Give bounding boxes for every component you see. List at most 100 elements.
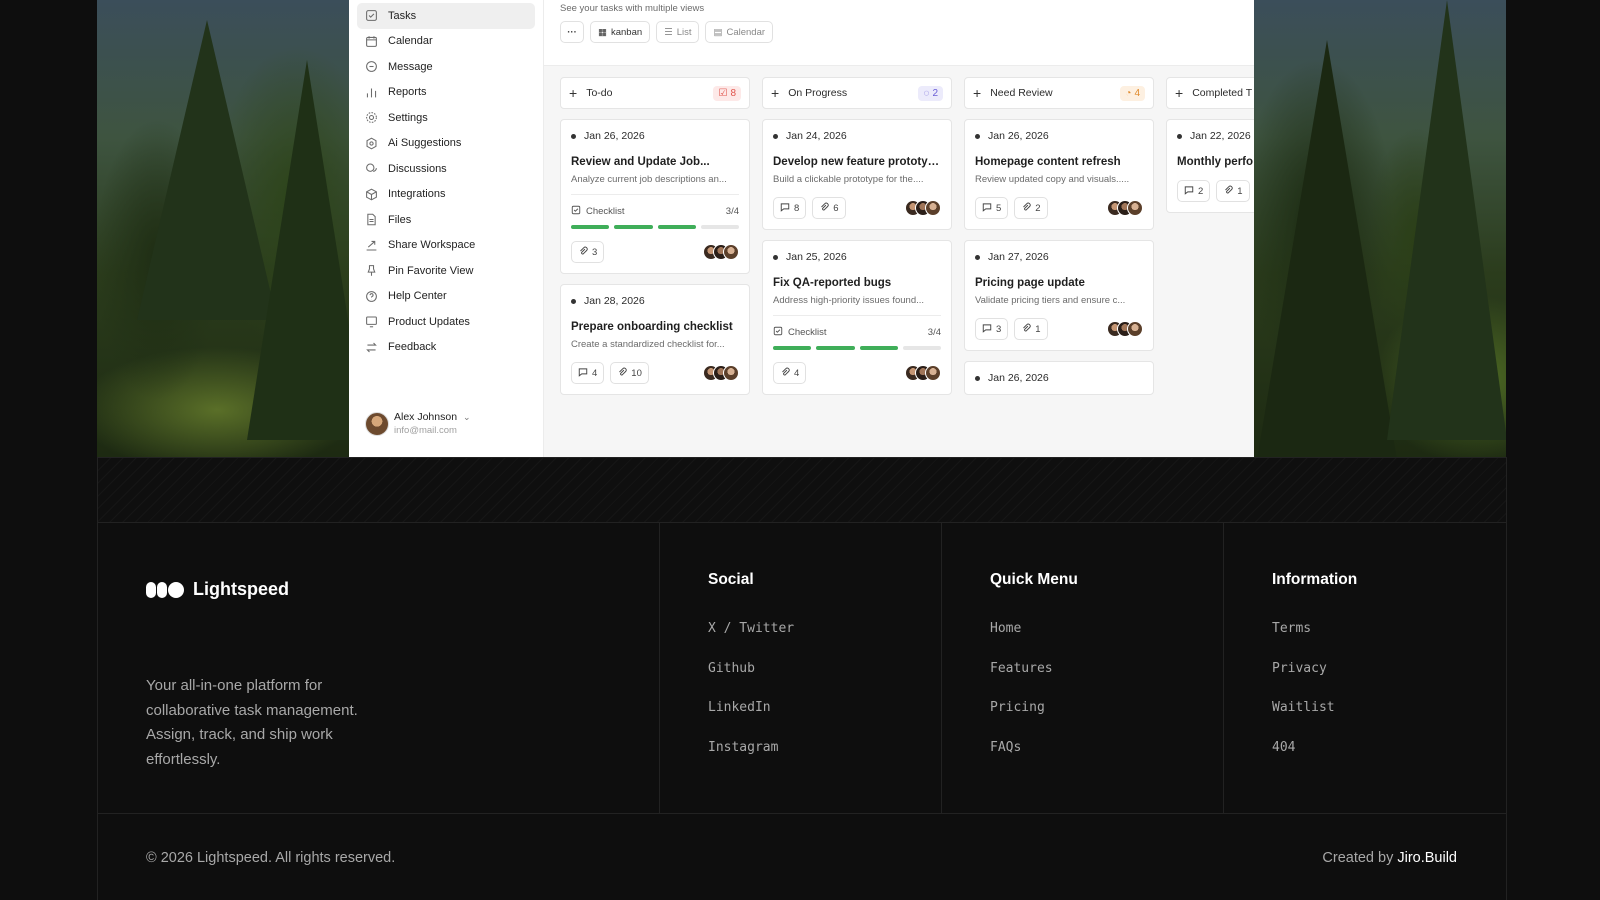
- comments-chip[interactable]: 2: [1177, 180, 1211, 202]
- add-task-icon[interactable]: +: [569, 85, 577, 101]
- view-calendar-button[interactable]: ▤ Calendar: [705, 21, 774, 43]
- attachments-chip[interactable]: 1: [1216, 180, 1250, 202]
- task-card[interactable]: Jan 26, 2026 Review and Update Job... Anal…: [560, 119, 750, 274]
- avatar: [1127, 200, 1143, 216]
- sidebar-item-feedback[interactable]: Feedback: [357, 335, 535, 361]
- more-options-button[interactable]: ···: [560, 21, 584, 43]
- task-card[interactable]: Jan 25, 2026 Fix QA-reported bugs Address …: [762, 240, 952, 395]
- progress-segment: [657, 225, 696, 229]
- task-card[interactable]: Jan 28, 2026 Prepare onboarding checklist…: [560, 284, 750, 395]
- attachments-count: 1: [1035, 323, 1041, 335]
- help-icon: [365, 290, 378, 303]
- add-task-icon[interactable]: +: [771, 85, 779, 101]
- task-title: Prepare onboarding checklist: [571, 321, 733, 333]
- column-count: 4: [1134, 87, 1140, 99]
- task-description: Review updated copy and visuals.....: [975, 174, 1130, 185]
- sidebar-item-share-workspace[interactable]: Share Workspace: [357, 233, 535, 259]
- footer-link[interactable]: Waitlist: [1272, 700, 1506, 740]
- sidebar-item-settings[interactable]: Settings: [357, 105, 535, 131]
- footer-link[interactable]: LinkedIn: [708, 700, 941, 740]
- attachments-chip[interactable]: 2: [1014, 197, 1048, 219]
- sidebar-item-label: Tasks: [388, 9, 417, 22]
- footer-link[interactable]: Terms: [1272, 621, 1506, 661]
- page-subtitle: See your tasks with multiple views: [560, 3, 705, 14]
- sidebar-item-help-center[interactable]: Help Center: [357, 284, 535, 310]
- progress-segment: [700, 225, 739, 229]
- sidebar-item-product-updates[interactable]: Product Updates: [357, 309, 535, 335]
- footer-right-border: [1506, 457, 1507, 900]
- chevron-down-icon[interactable]: ⌄: [463, 412, 471, 423]
- assignee-avatars: [1107, 200, 1143, 216]
- attachments-chip[interactable]: 6: [812, 197, 846, 219]
- sidebar-item-reports[interactable]: Reports: [357, 80, 535, 106]
- sidebar-item-calendar[interactable]: Calendar: [357, 29, 535, 55]
- progress-segment: [773, 346, 812, 350]
- user-profile[interactable]: Alex Johnson ⌄ info@mail.com: [365, 411, 471, 436]
- sidebar-item-ai-suggestions[interactable]: Ai Suggestions: [357, 131, 535, 157]
- main-header: See your tasks with multiple views ··· ▦…: [544, 0, 1254, 66]
- sidebar-item-label: Integrations: [388, 188, 446, 201]
- comments-chip[interactable]: 4: [571, 362, 605, 384]
- sidebar-item-tasks[interactable]: Tasks: [357, 3, 535, 29]
- task-title: Review and Update Job...: [571, 156, 710, 168]
- task-footer: 52: [975, 197, 1143, 219]
- checklist-text: Checklist: [788, 327, 827, 338]
- footer-link[interactable]: Instagram: [708, 740, 941, 780]
- footer-link[interactable]: Privacy: [1272, 661, 1506, 701]
- column-count-badge: ☑ 8: [713, 85, 741, 101]
- task-card[interactable]: Jan 27, 2026 Pricing page update Validate …: [964, 240, 1154, 351]
- footer-link[interactable]: FAQs: [990, 740, 1223, 780]
- footer-column-heading: Social: [708, 571, 754, 588]
- footer-column-heading: Quick Menu: [990, 571, 1078, 588]
- view-list-button[interactable]: ☰ List: [656, 21, 700, 43]
- footer-link[interactable]: Home: [990, 621, 1223, 661]
- attachments-chip[interactable]: 10: [610, 362, 649, 384]
- task-card[interactable]: Jan 26, 2026: [964, 361, 1154, 395]
- view-kanban-button[interactable]: ▦ kanban: [590, 21, 651, 43]
- comments-chip[interactable]: 8: [773, 197, 807, 219]
- comments-chip[interactable]: 5: [975, 197, 1009, 219]
- attachments-count: 3: [592, 246, 598, 258]
- add-task-icon[interactable]: +: [1175, 85, 1183, 101]
- comments-count: 8: [794, 202, 800, 214]
- footer-link-list: Home Features Pricing FAQs: [990, 621, 1223, 779]
- footer-link[interactable]: Github: [708, 661, 941, 701]
- comment-icon: [1184, 185, 1194, 198]
- left-frame: [0, 0, 97, 457]
- sidebar-item-message[interactable]: Message: [357, 54, 535, 80]
- task-description: Build a clickable prototype for the....: [773, 174, 924, 185]
- sidebar-item-integrations[interactable]: Integrations: [357, 182, 535, 208]
- attachments-chip[interactable]: 3: [571, 241, 605, 263]
- column-header: + Completed T: [1166, 77, 1254, 109]
- status-icon: ☑: [718, 87, 728, 99]
- task-card[interactable]: Jan 26, 2026 Homepage content refresh Revi…: [964, 119, 1154, 230]
- task-checklist: Checklist 3/4: [571, 194, 739, 229]
- sidebar-item-discussions[interactable]: Discussions: [357, 156, 535, 182]
- sidebar-item-label: Settings: [388, 111, 428, 124]
- avatar: [723, 244, 739, 260]
- message-icon: [365, 60, 378, 73]
- avatar: [1127, 321, 1143, 337]
- footer-link[interactable]: Features: [990, 661, 1223, 701]
- footer-logo[interactable]: Lightspeed: [146, 579, 659, 600]
- checklist-row: Checklist 3/4: [571, 205, 739, 218]
- credit-link[interactable]: Jiro.Build: [1397, 850, 1457, 866]
- comments-chip[interactable]: 3: [975, 318, 1009, 340]
- checklist-label: Checklist: [773, 326, 928, 339]
- attachments-chip[interactable]: 4: [773, 362, 807, 384]
- sidebar-item-files[interactable]: Files: [357, 207, 535, 233]
- list-icon: ☰: [664, 26, 673, 38]
- footer-column-information: Information Terms Privacy Waitlist 404: [1224, 523, 1506, 813]
- footer-link[interactable]: Pricing: [990, 700, 1223, 740]
- avatar: [925, 365, 941, 381]
- task-card[interactable]: Jan 24, 2026 Develop new feature prototyp…: [762, 119, 952, 230]
- attachments-chip[interactable]: 1: [1014, 318, 1048, 340]
- paperclip-icon: [1021, 323, 1031, 336]
- task-card[interactable]: Jan 22, 2026 Monthly perfo 2 1: [1166, 119, 1254, 213]
- footer-link[interactable]: 404: [1272, 740, 1506, 780]
- site-footer: Lightspeed Your all-in-one platform for …: [97, 523, 1506, 814]
- add-task-icon[interactable]: +: [973, 85, 981, 101]
- sidebar-item-pin-favorite-view[interactable]: Pin Favorite View: [357, 258, 535, 284]
- footer-link[interactable]: X / Twitter: [708, 621, 941, 661]
- checklist-count: 3/4: [725, 206, 739, 217]
